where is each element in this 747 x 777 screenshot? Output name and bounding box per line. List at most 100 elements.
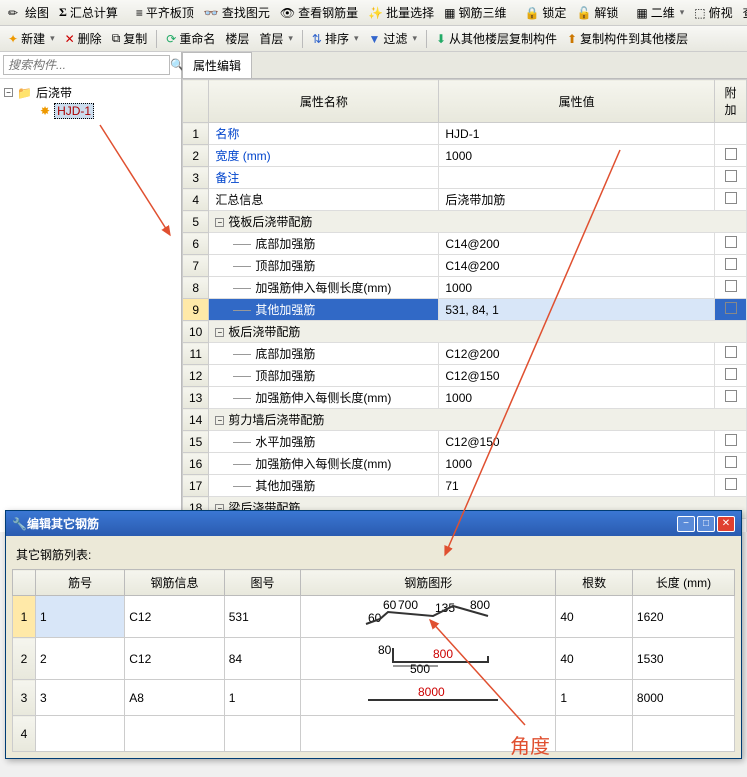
prop-name-cell[interactable]: 其他加强筋 (209, 475, 439, 497)
sumcalc-button[interactable]: Σ 汇总计算 (55, 2, 122, 23)
tree-child-hjd1[interactable]: ✸ HJD-1 (4, 102, 177, 120)
prop-name-cell[interactable]: −剪力墙后浇带配筋 (209, 409, 747, 431)
prop-attach-cell[interactable] (715, 145, 747, 167)
prop-value-cell[interactable]: 71 (439, 475, 715, 497)
prop-attach-cell[interactable] (715, 365, 747, 387)
rebar-id-cell[interactable] (35, 716, 124, 752)
prop-value-cell[interactable]: C12@150 (439, 431, 715, 453)
prop-name-cell[interactable]: −板后浇带配筋 (209, 321, 747, 343)
prop-row[interactable]: 9其他加强筋531, 84, 1 (183, 299, 747, 321)
rebar-count-cell[interactable] (556, 716, 633, 752)
search-input[interactable] (3, 55, 170, 75)
checkbox[interactable] (725, 390, 737, 402)
prop-value-cell[interactable] (439, 167, 715, 189)
rebar-pic-cell[interactable]: 1 (224, 680, 301, 716)
find-button[interactable]: 查 (739, 2, 747, 23)
rebar-id-cell[interactable]: 2 (35, 638, 124, 680)
rebar-info-cell[interactable]: C12 (125, 638, 224, 680)
prop-name-cell[interactable]: 名称 (209, 123, 439, 145)
prop-value-cell[interactable]: 1000 (439, 387, 715, 409)
prop-row[interactable]: 13加强筋伸入每侧长度(mm)1000 (183, 387, 747, 409)
prop-name-cell[interactable]: 顶部加强筋 (209, 365, 439, 387)
rebar3d-button[interactable]: ▦ 钢筋三维 (440, 2, 510, 23)
prop-row[interactable]: 14−剪力墙后浇带配筋 (183, 409, 747, 431)
collapse-icon[interactable]: − (215, 416, 224, 425)
prop-name-cell[interactable]: 备注 (209, 167, 439, 189)
close-button[interactable]: ✕ (717, 516, 735, 532)
rebar-count-cell[interactable]: 1 (556, 680, 633, 716)
prop-name-cell[interactable]: 宽度 (mm) (209, 145, 439, 167)
checkbox[interactable] (725, 434, 737, 446)
prop-row[interactable]: 12顶部加强筋C12@150 (183, 365, 747, 387)
collapse-icon[interactable]: − (4, 88, 13, 97)
prop-value-cell[interactable]: 后浇带加筋 (439, 189, 715, 211)
rename-button[interactable]: ⟳ 重命名 (162, 28, 219, 49)
rebar-pic-cell[interactable]: 531 (224, 596, 301, 638)
draw-button[interactable]: ✏绘图 (4, 2, 53, 23)
prop-value-cell[interactable]: HJD-1 (439, 123, 715, 145)
prop-attach-cell[interactable] (715, 431, 747, 453)
checkbox[interactable] (725, 456, 737, 468)
rebar-id-cell[interactable]: 1 (35, 596, 124, 638)
prop-name-cell[interactable]: 加强筋伸入每侧长度(mm) (209, 387, 439, 409)
prop-name-cell[interactable]: 顶部加强筋 (209, 255, 439, 277)
prop-row[interactable]: 1名称HJD-1 (183, 123, 747, 145)
rebar-info-cell[interactable]: A8 (125, 680, 224, 716)
prop-name-cell[interactable]: 水平加强筋 (209, 431, 439, 453)
prop-attach-cell[interactable] (715, 475, 747, 497)
prop-row[interactable]: 11底部加强筋C12@200 (183, 343, 747, 365)
prop-attach-cell[interactable] (715, 387, 747, 409)
checkbox[interactable] (725, 280, 737, 292)
filter-button[interactable]: ▼ 过滤▾ (365, 28, 421, 49)
tree-root[interactable]: − 📁 后浇带 (4, 83, 177, 102)
copy-button[interactable]: ⧉ 复制 (108, 28, 152, 49)
checkbox[interactable] (725, 368, 737, 380)
prop-attach-cell[interactable] (715, 167, 747, 189)
checkbox[interactable] (725, 192, 737, 204)
rebar-pic-cell[interactable] (224, 716, 301, 752)
prop-attach-cell[interactable] (715, 343, 747, 365)
copyfrom-button[interactable]: ⬇ 从其他楼层复制构件 (432, 28, 561, 49)
checkbox[interactable] (725, 170, 737, 182)
rebar-row[interactable]: 4 (13, 716, 735, 752)
rebar-shape-cell[interactable]: 60 700 135 800 60 (301, 596, 556, 638)
rebar-info-cell[interactable] (125, 716, 224, 752)
dialog-titlebar[interactable]: 🔧 编辑其它钢筋 − □ ✕ (6, 511, 741, 536)
prop-attach-cell[interactable] (715, 123, 747, 145)
prop-name-cell[interactable]: −筏板后浇带配筋 (209, 211, 747, 233)
rebar-len-cell[interactable] (632, 716, 734, 752)
rebar-pic-cell[interactable]: 84 (224, 638, 301, 680)
prop-row[interactable]: 10−板后浇带配筋 (183, 321, 747, 343)
checkbox[interactable] (725, 478, 737, 490)
rebar-len-cell[interactable]: 8000 (632, 680, 734, 716)
prop-name-cell[interactable]: 加强筋伸入每侧长度(mm) (209, 453, 439, 475)
topview-button[interactable]: ⬚俯视 (690, 2, 736, 23)
new-button[interactable]: ✦ 新建▾ (4, 28, 59, 49)
prop-name-cell[interactable]: 底部加强筋 (209, 343, 439, 365)
prop-attach-cell[interactable] (715, 255, 747, 277)
prop-attach-cell[interactable] (715, 233, 747, 255)
batchsel-button[interactable]: ✨ 批量选择 (364, 2, 438, 23)
prop-value-cell[interactable]: 1000 (439, 453, 715, 475)
prop-name-cell[interactable]: 加强筋伸入每侧长度(mm) (209, 277, 439, 299)
prop-attach-cell[interactable] (715, 189, 747, 211)
checkbox[interactable] (725, 258, 737, 270)
collapse-icon[interactable]: − (215, 328, 224, 337)
dim2d-dropdown[interactable]: ▦二维▾ (632, 2, 688, 23)
rebar-row[interactable]: 11C1253160 700 135 800 60 401620 (13, 596, 735, 638)
floor-dropdown[interactable]: 首层 ▾ (255, 28, 297, 49)
rebar-shape-cell[interactable]: 8000 (301, 680, 556, 716)
checkbox[interactable] (725, 236, 737, 248)
prop-row[interactable]: 8加强筋伸入每侧长度(mm)1000 (183, 277, 747, 299)
prop-name-cell[interactable]: 底部加强筋 (209, 233, 439, 255)
unlock-button[interactable]: 🔓解锁 (572, 2, 622, 23)
rebar-len-cell[interactable]: 1620 (632, 596, 734, 638)
prop-row[interactable]: 15水平加强筋C12@150 (183, 431, 747, 453)
prop-row[interactable]: 3备注 (183, 167, 747, 189)
copyto-button[interactable]: ⬆ 复制构件到其他楼层 (563, 28, 692, 49)
rebar-count-cell[interactable]: 40 (556, 638, 633, 680)
prop-value-cell[interactable]: 1000 (439, 145, 715, 167)
viewrebar-button[interactable]: 👁 查看钢筋量 (276, 2, 362, 23)
prop-attach-cell[interactable] (715, 453, 747, 475)
prop-name-cell[interactable]: 其他加强筋 (209, 299, 439, 321)
